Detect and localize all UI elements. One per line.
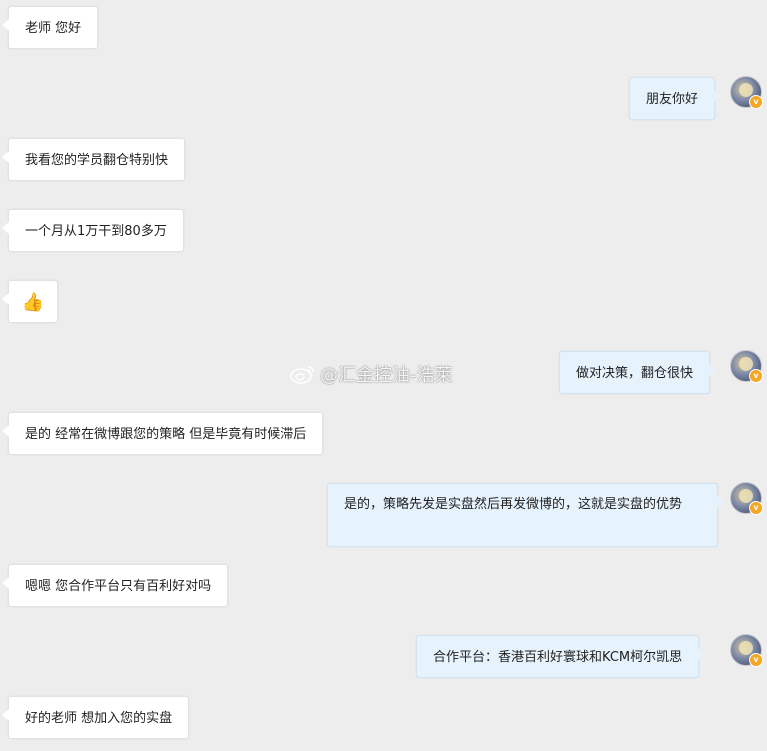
- user-avatar[interactable]: v: [730, 350, 763, 383]
- message-text: 是的 经常在微博跟您的策略 但是毕竟有时候滞后: [25, 427, 307, 442]
- avatar-image: [739, 357, 753, 371]
- verified-badge-icon: v: [749, 369, 763, 383]
- verified-badge-icon: v: [749, 95, 763, 109]
- message-bubble-incoming[interactable]: 是的 经常在微博跟您的策略 但是毕竟有时候滞后: [1, 412, 324, 455]
- user-avatar[interactable]: v: [730, 76, 763, 109]
- verified-badge-icon: v: [749, 501, 763, 515]
- message-bubble-outgoing[interactable]: 朋友你好: [629, 77, 722, 120]
- message-text: 是的，策略先发是实盘然后再发微博的，这就是实盘的优势: [344, 497, 683, 512]
- message-text: 一个月从1万干到80多万: [25, 224, 167, 239]
- message-bubble-incoming[interactable]: 👍: [2, 280, 58, 323]
- message-text: 我看您的学员翻仓特别快: [25, 153, 169, 168]
- message-bubble-incoming[interactable]: 好的老师 想加入您的实盘: [1, 696, 190, 739]
- message-bubble-incoming[interactable]: 嗯嗯 您合作平台只有百利好对吗: [1, 564, 229, 607]
- message-bubble-incoming[interactable]: 老师 您好: [1, 6, 99, 49]
- message-text: 做对决策，翻仓很快: [576, 366, 694, 381]
- message-bubble-incoming[interactable]: 我看您的学员翻仓特别快: [1, 138, 186, 181]
- watermark: @汇金控油-浩莱: [290, 362, 453, 390]
- message-text: 嗯嗯 您合作平台只有百利好对吗: [25, 579, 212, 594]
- message-bubble-outgoing[interactable]: 是的，策略先发是实盘然后再发微博的，这就是实盘的优势: [327, 483, 724, 547]
- message-text: 好的老师 想加入您的实盘: [25, 711, 173, 726]
- thumbs-up-icon: 👍: [21, 292, 45, 313]
- avatar-image: [739, 489, 753, 503]
- message-text: 老师 您好: [25, 21, 82, 36]
- message-text: 合作平台：香港百利好寰球和KCM柯尔凯思: [433, 650, 683, 665]
- message-bubble-incoming[interactable]: 一个月从1万干到80多万: [2, 209, 184, 252]
- weibo-icon: [290, 366, 314, 384]
- verified-badge-icon: v: [749, 653, 763, 667]
- watermark-text: @汇金控油-浩莱: [320, 365, 453, 386]
- avatar-image: [739, 83, 753, 97]
- message-bubble-outgoing[interactable]: 做对决策，翻仓很快: [559, 351, 717, 394]
- message-bubble-outgoing[interactable]: 合作平台：香港百利好寰球和KCM柯尔凯思: [416, 635, 706, 678]
- user-avatar[interactable]: v: [730, 482, 763, 515]
- user-avatar[interactable]: v: [730, 634, 763, 667]
- avatar-image: [739, 641, 753, 655]
- message-text: 朋友你好: [646, 92, 699, 107]
